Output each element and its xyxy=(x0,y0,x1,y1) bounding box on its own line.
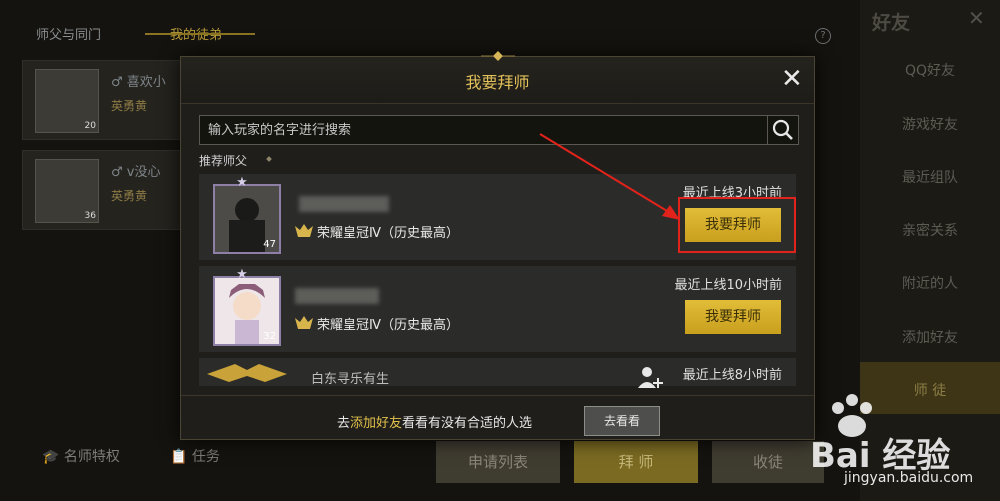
watermark-url: jingyan.baidu.com xyxy=(844,470,974,486)
baidu-watermark: Bai 经验 jingyan.baidu.com xyxy=(760,390,1000,500)
